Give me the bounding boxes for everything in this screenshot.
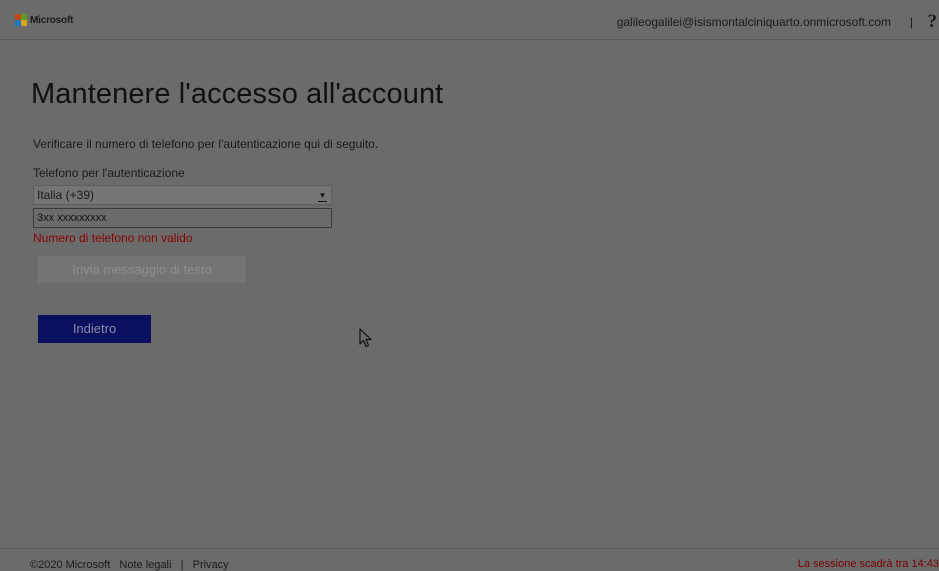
legal-link[interactable]: Note legali (119, 559, 171, 571)
header-separator: | (909, 15, 913, 29)
privacy-link[interactable]: Privacy (193, 559, 229, 571)
top-bar: Microsoft galileogalilei@isismontalciniq… (0, 0, 939, 40)
footer: ©2020 Microsoft Note legali | Privacy La… (0, 548, 939, 571)
error-message: Numero di telefono non valido (33, 231, 193, 245)
phone-label: Telefono per l'autenticazione (33, 166, 185, 180)
send-text-button[interactable]: Invia messaggio di testo (38, 256, 246, 283)
mouse-cursor-icon (359, 328, 372, 348)
microsoft-logo-icon (15, 14, 27, 26)
page-description: Verificare il numero di telefono per l'a… (33, 137, 379, 151)
help-icon[interactable]: ? (928, 11, 938, 33)
country-select[interactable]: Italia (+39) ▾ (33, 185, 332, 205)
copyright: ©2020 Microsoft (30, 559, 111, 571)
chevron-down-icon[interactable]: ▾ (318, 190, 327, 202)
microsoft-brand: Microsoft (15, 14, 73, 26)
phone-number-input[interactable]: 3xx xxxxxxxxx (33, 208, 332, 228)
back-button[interactable]: Indietro (38, 315, 151, 343)
session-timeout: La sessione scadrà tra 14:43 (797, 558, 939, 570)
brand-name: Microsoft (30, 14, 74, 26)
page-title: Mantenere l'accesso all'account (31, 78, 444, 110)
account-email[interactable]: galileogalilei@isismontalciniquarto.onmi… (617, 15, 891, 29)
country-select-value: Italia (+39) (37, 188, 95, 202)
